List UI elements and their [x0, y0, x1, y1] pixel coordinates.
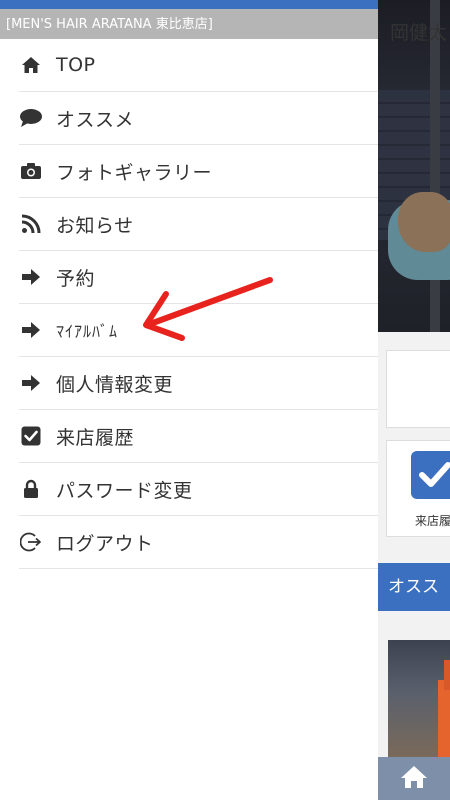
member-name-card: [386, 350, 450, 428]
menu-item-label: ログアウト: [56, 532, 154, 555]
arrow-right-icon: [19, 371, 43, 395]
menu-item-label: お知らせ: [56, 214, 134, 237]
menu-item-visit-history[interactable]: 来店履歴: [19, 410, 378, 463]
menu-item-news[interactable]: お知らせ: [19, 198, 378, 251]
annotation-arrow-icon: [143, 277, 273, 341]
logout-icon: [19, 530, 43, 554]
drawer-header-title: [MEN'S HAIR ARATANA 東比恵店]: [0, 9, 378, 39]
menu-item-personal-info[interactable]: 個人情報変更: [19, 357, 378, 410]
menu-item-label: 来店履歴: [56, 426, 135, 449]
speech-bubble-icon: [19, 106, 43, 130]
menu-item-label: TOP: [56, 54, 96, 76]
drawer-top-accent: [0, 0, 378, 9]
menu-item-label: 予約: [56, 267, 96, 290]
side-drawer: [MEN'S HAIR ARATANA 東比恵店] TOP オススメ フォトギャ…: [0, 0, 378, 800]
visit-history-tile[interactable]: 来店履: [386, 440, 450, 537]
recommend-photo[interactable]: [388, 640, 450, 758]
home-icon: [19, 53, 43, 77]
bottom-nav: [378, 757, 450, 800]
visit-history-label: 来店履: [415, 514, 450, 528]
menu-item-top[interactable]: TOP: [19, 39, 378, 92]
background-page: 岡健太 来店履 オスス: [378, 0, 450, 800]
menu-item-logout[interactable]: ログアウト: [19, 516, 378, 569]
menu-item-label: フォトギャラリー: [56, 161, 213, 184]
hero-image: [378, 0, 450, 332]
menu-item-label: ﾏｲｱﾙﾊﾞﾑ: [56, 322, 119, 341]
menu-item-label: 個人情報変更: [56, 373, 174, 396]
member-name: 岡健太: [390, 22, 448, 44]
checkbox-icon: [19, 424, 43, 448]
arrow-right-icon: [19, 318, 43, 342]
lock-icon: [19, 477, 43, 501]
home-nav-icon[interactable]: [399, 764, 429, 794]
menu-item-photo-gallery[interactable]: フォトギャラリー: [19, 145, 378, 198]
menu-item-label: オススメ: [56, 108, 135, 131]
menu-item-password-change[interactable]: パスワード変更: [19, 463, 378, 516]
camera-icon: [19, 159, 43, 183]
visit-check-icon: [411, 451, 450, 499]
osusume-section-header: オスス: [378, 563, 450, 611]
arrow-right-icon: [19, 265, 43, 289]
menu-item-osusume[interactable]: オススメ: [19, 92, 378, 145]
rss-icon: [19, 212, 43, 236]
menu-item-label: パスワード変更: [56, 479, 193, 502]
